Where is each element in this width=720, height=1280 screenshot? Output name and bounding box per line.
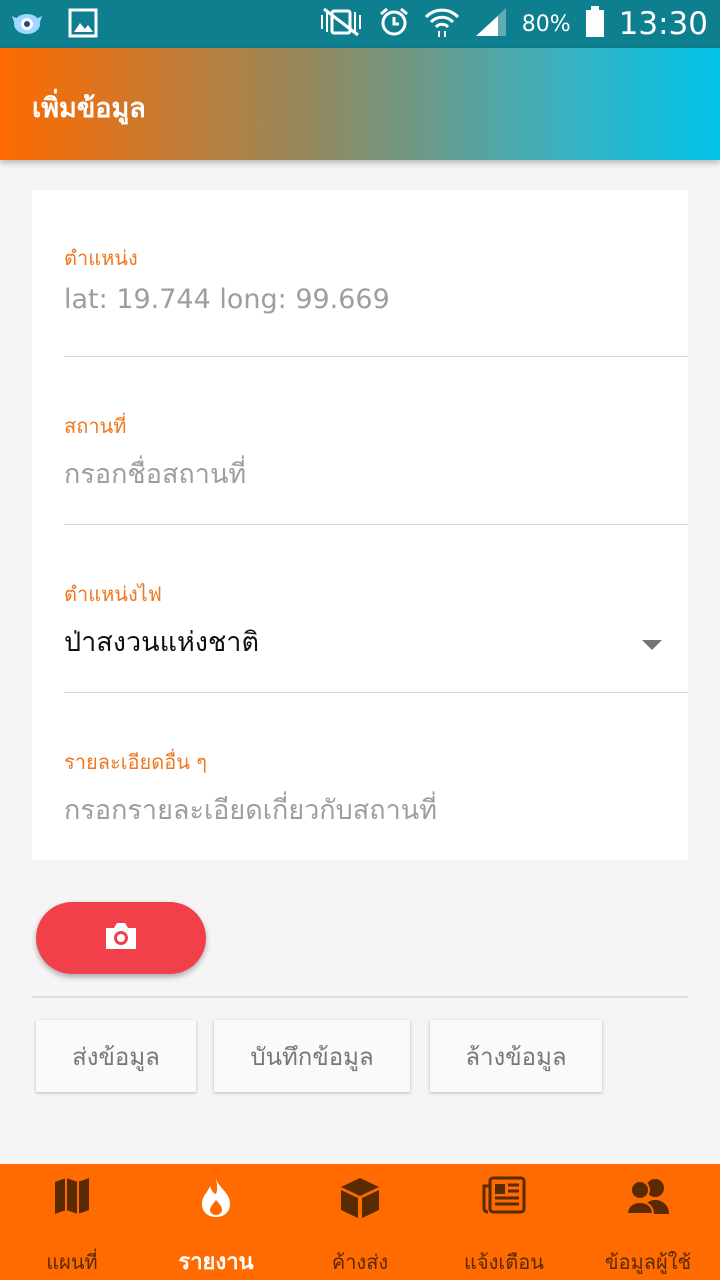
bird-notification-icon <box>10 8 44 42</box>
clear-button[interactable]: ล้างข้อมูล <box>430 1020 602 1092</box>
nav-label-report: รายงาน <box>178 1250 254 1275</box>
clock: 13:30 <box>618 6 708 42</box>
place-field[interactable]: สถานที่ กรอกชื่อสถานที่ <box>64 410 688 526</box>
nav-label-map: แผนที่ <box>46 1250 98 1274</box>
position-value: lat: 19.744 long: 99.669 <box>64 284 390 315</box>
fire-location-select[interactable]: ตำแหน่งไฟ ป่าสงวนแห่งชาติ <box>64 578 688 694</box>
place-input[interactable]: กรอกชื่อสถานที่ <box>64 452 246 495</box>
position-label: ตำแหน่ง <box>64 246 138 270</box>
camera-button[interactable] <box>36 902 206 974</box>
position-underline <box>64 356 688 357</box>
dropdown-arrow-icon[interactable] <box>642 640 662 650</box>
send-button[interactable]: ส่งข้อมูล <box>36 1020 196 1092</box>
camera-icon <box>103 921 139 955</box>
alarm-icon <box>378 6 410 42</box>
status-bar: 80% 13:30 <box>0 0 720 48</box>
battery-icon <box>585 6 605 42</box>
details-label: รายละเอียดอื่น ๆ <box>64 750 208 774</box>
nav-item-notifications[interactable]: แจ้งเตือน <box>432 1164 576 1280</box>
fire-location-underline <box>64 692 688 693</box>
users-icon <box>576 1176 720 1220</box>
battery-percentage: 80% <box>521 11 571 37</box>
page-title: เพิ่มข้อมูล <box>32 93 146 124</box>
nav-label-pending: ค้างส่ง <box>331 1250 389 1274</box>
save-button[interactable]: บันทึกข้อมูล <box>214 1020 410 1092</box>
box-icon <box>288 1176 432 1220</box>
fire-location-label: ตำแหน่งไฟ <box>64 582 162 606</box>
position-field[interactable]: ตำแหน่ง lat: 19.744 long: 99.669 <box>64 242 688 358</box>
map-icon <box>0 1176 144 1220</box>
signal-icon <box>474 6 508 42</box>
details-input[interactable]: กรอกรายละเอียดเกี่ยวกับสถานที่ <box>64 788 437 831</box>
nav-item-map[interactable]: แผนที่ <box>0 1164 144 1280</box>
nav-item-profile[interactable]: ข้อมูลผู้ใช้ <box>576 1164 720 1280</box>
form-card: ตำแหน่ง lat: 19.744 long: 99.669 สถานที่… <box>32 190 688 860</box>
fire-location-selected[interactable]: ป่าสงวนแห่งชาติ <box>64 620 259 663</box>
bottom-navigation: แผนที่ รายงาน ค้างส่ง แจ้งเตือน ข้อมูลผู… <box>0 1164 720 1280</box>
nav-item-report[interactable]: รายงาน <box>144 1164 288 1280</box>
nav-label-notifications: แจ้งเตือน <box>464 1250 544 1274</box>
nav-label-profile: ข้อมูลผู้ใช้ <box>604 1250 692 1274</box>
place-label: สถานที่ <box>64 414 127 438</box>
newspaper-icon <box>432 1176 576 1220</box>
mute-vibrate-icon <box>318 7 364 41</box>
fire-icon <box>144 1176 288 1220</box>
nav-item-pending[interactable]: ค้างส่ง <box>288 1164 432 1280</box>
wifi-icon <box>424 5 460 43</box>
divider <box>32 996 688 998</box>
place-underline <box>64 524 688 525</box>
gallery-icon <box>68 8 98 42</box>
details-field[interactable]: รายละเอียดอื่น ๆ กรอกรายละเอียดเกี่ยวกับ… <box>64 746 688 860</box>
app-bar: เพิ่มข้อมูล <box>0 48 720 160</box>
